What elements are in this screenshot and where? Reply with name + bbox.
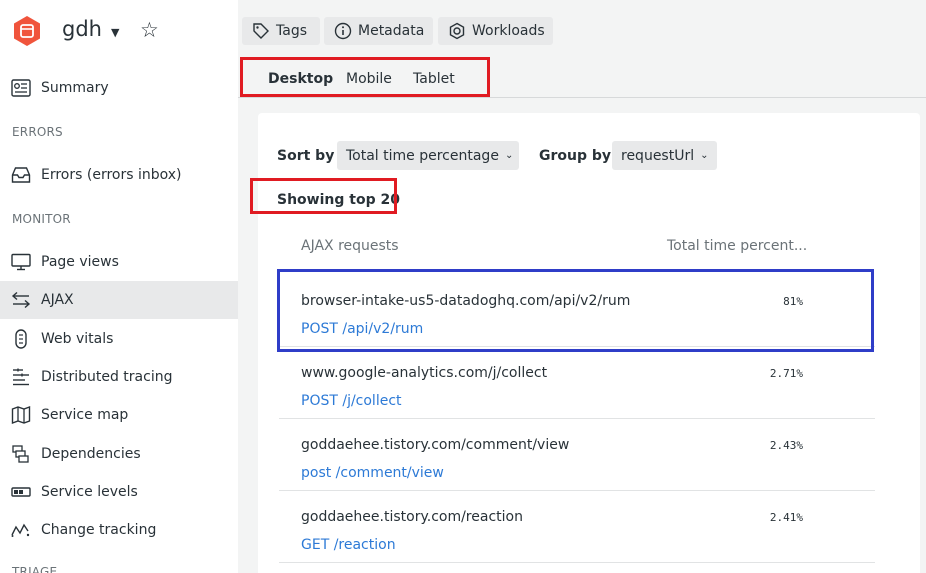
- sidebar-item-web-vitals[interactable]: Web vitals: [0, 320, 238, 358]
- total-time-percent: 2.71%: [769, 367, 803, 380]
- metadata-button[interactable]: Metadata: [324, 17, 433, 45]
- sidebar: Summary ERRORS Errors (errors inbox) MON…: [0, 60, 238, 573]
- sidebar-item-change-tracking[interactable]: Change tracking: [0, 511, 238, 549]
- map-icon: [11, 405, 31, 425]
- sidebar-item-errors-inbox[interactable]: Errors (errors inbox): [0, 156, 238, 194]
- tag-icon: [252, 22, 270, 40]
- service-levels-icon: [11, 482, 31, 502]
- dependencies-icon: [11, 444, 31, 464]
- workloads-button[interactable]: Workloads: [438, 17, 553, 45]
- sidebar-item-label: Errors (errors inbox): [41, 167, 182, 183]
- col-header-ajax-requests[interactable]: AJAX requests: [301, 238, 399, 254]
- chevron-down-icon: ⌄: [700, 150, 709, 161]
- sidebar-item-dependencies[interactable]: Dependencies: [0, 435, 238, 473]
- tags-label: Tags: [276, 23, 307, 39]
- summary-icon: [11, 78, 31, 98]
- group-by-value: requestUrl: [621, 147, 695, 164]
- sidebar-item-label: Page views: [41, 254, 119, 270]
- request-host: goddaehee.tistory.com/comment/view: [301, 437, 570, 453]
- showing-highlight-box: [250, 178, 397, 214]
- sidebar-item-ajax[interactable]: AJAX: [0, 281, 238, 319]
- total-time-percent: 2.41%: [769, 511, 803, 524]
- request-path-link[interactable]: POST /j/collect: [301, 393, 402, 409]
- sidebar-item-service-map[interactable]: Service map: [0, 396, 238, 434]
- tabs-highlight-box: [240, 57, 490, 97]
- sidebar-item-label: Summary: [41, 80, 109, 96]
- sort-by-value: Total time percentage: [346, 147, 499, 164]
- change-tracking-icon: [11, 520, 31, 540]
- app-name[interactable]: gdh: [62, 17, 102, 41]
- app-hex-icon[interactable]: [12, 15, 42, 47]
- sidebar-item-distributed-tracing[interactable]: Distributed tracing: [0, 358, 238, 396]
- app-header: gdh ▼ ☆: [0, 0, 238, 60]
- sort-by-label: Sort by: [277, 148, 335, 164]
- sidebar-item-label: Distributed tracing: [41, 369, 173, 385]
- inbox-icon: [11, 165, 31, 185]
- section-monitor: MONITOR: [12, 212, 71, 226]
- sort-by-dropdown[interactable]: Total time percentage ⌄: [337, 141, 519, 170]
- tags-button[interactable]: Tags: [242, 17, 320, 45]
- request-path-link[interactable]: GET /reaction: [301, 537, 396, 553]
- sidebar-item-label: Change tracking: [41, 522, 157, 538]
- request-host: www.google-analytics.com/j/collect: [301, 365, 548, 381]
- sidebar-item-label: Dependencies: [41, 446, 141, 462]
- section-errors: ERRORS: [12, 125, 63, 139]
- metadata-label: Metadata: [358, 23, 425, 39]
- chevron-down-icon[interactable]: ▼: [111, 26, 119, 39]
- workloads-icon: [448, 22, 466, 40]
- chevron-down-icon: ⌄: [504, 150, 514, 161]
- group-by-label: Group by: [539, 148, 612, 164]
- section-triage: TRIAGE: [12, 565, 58, 573]
- web-vitals-icon: [11, 329, 31, 349]
- request-host: goddaehee.tistory.com/reaction: [301, 509, 523, 525]
- sidebar-item-label: Service levels: [41, 484, 138, 500]
- sidebar-item-label: AJAX: [41, 292, 74, 308]
- workloads-label: Workloads: [472, 23, 545, 39]
- sidebar-item-service-levels[interactable]: Service levels: [0, 473, 238, 511]
- table-row[interactable]: goddaehee.tistory.com/comment/view post …: [279, 419, 875, 491]
- sidebar-item-page-views[interactable]: Page views: [0, 243, 238, 281]
- sidebar-item-label: Service map: [41, 407, 129, 423]
- star-icon[interactable]: ☆: [140, 18, 159, 42]
- col-header-total-time-percent[interactable]: Total time percent...: [667, 238, 807, 254]
- sidebar-item-label: Web vitals: [41, 331, 114, 347]
- row-highlight-box: [277, 269, 874, 352]
- table-row[interactable]: www.google-analytics.com/j/collect POST …: [279, 347, 875, 419]
- group-by-dropdown[interactable]: requestUrl ⌄: [612, 141, 717, 170]
- info-icon: [334, 22, 352, 40]
- monitor-icon: [11, 252, 31, 272]
- table-row[interactable]: goddaehee.tistory.com/reaction GET /reac…: [279, 491, 875, 563]
- total-time-percent: 2.43%: [769, 439, 803, 452]
- tabs-divider: [238, 97, 926, 98]
- ajax-arrows-icon: [11, 290, 31, 310]
- tracing-icon: [11, 367, 31, 387]
- sidebar-item-summary[interactable]: Summary: [0, 69, 238, 107]
- request-path-link[interactable]: post /comment/view: [301, 465, 444, 481]
